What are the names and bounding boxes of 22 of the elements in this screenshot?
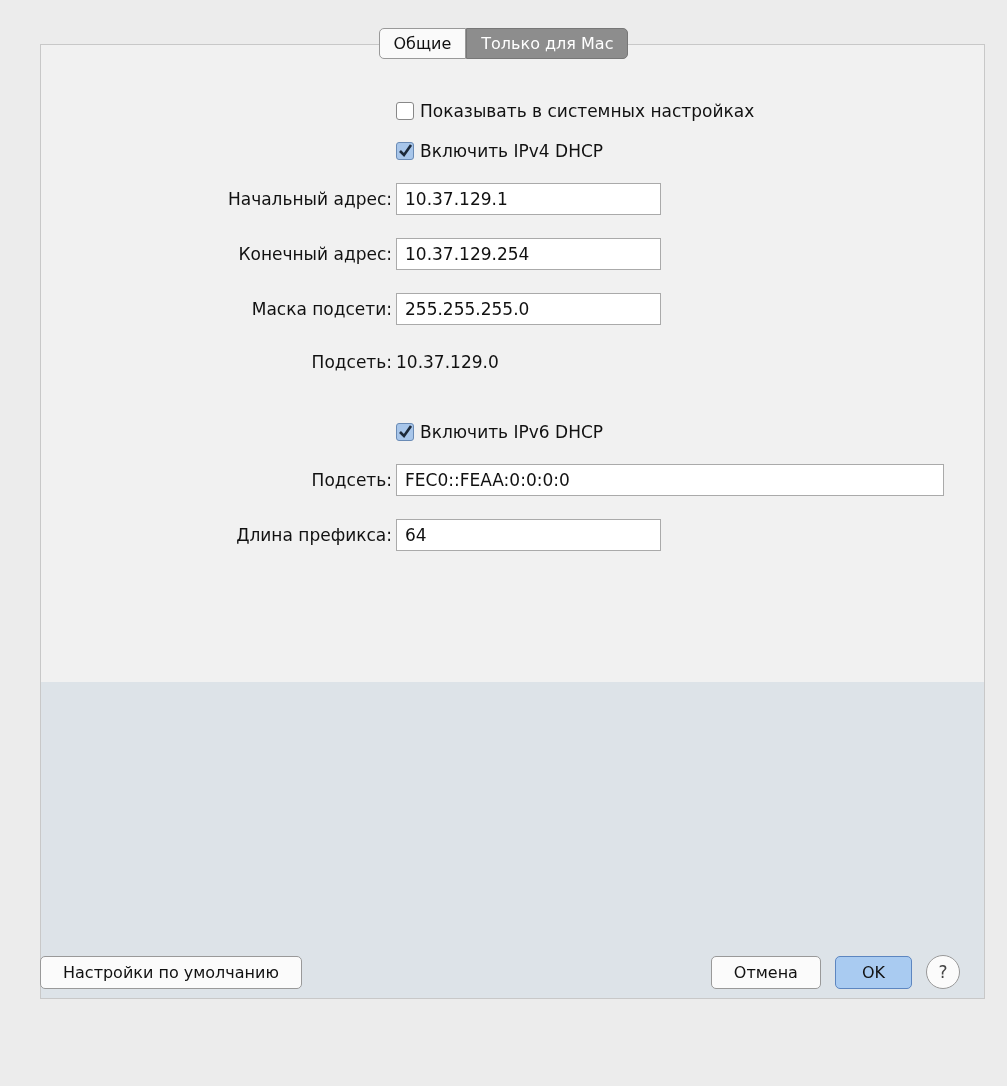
input-field[interactable]: 10.37.129.1	[396, 182, 661, 215]
field-label: Начальный адрес:	[227, 188, 392, 209]
input-field[interactable]: 255.255.255.0	[396, 292, 661, 325]
field-label: Маска подсети:	[251, 298, 392, 319]
tab[interactable]: Общие	[378, 28, 467, 59]
input-field[interactable]: 64	[396, 518, 661, 551]
field-label: Длина префикса:	[236, 524, 392, 545]
field-label: Конечный адрес:	[238, 243, 392, 264]
input-field[interactable]: FEC0::FEAA:0:0:0:0	[396, 463, 944, 496]
field-label: Подсеть:	[311, 469, 392, 490]
input-field[interactable]: 10.37.129.254	[396, 237, 661, 270]
checkbox-label: Включить IPv4 DHCP	[420, 141, 604, 161]
ok-button[interactable]: OK	[834, 955, 912, 989]
cancel-button[interactable]: Отмена	[710, 955, 821, 989]
defaults-button[interactable]: Настройки по умолчанию	[40, 955, 302, 989]
checkbox[interactable]	[396, 142, 414, 160]
checkbox[interactable]	[396, 423, 414, 441]
checkbox[interactable]	[396, 102, 414, 120]
checkbox-label: Включить IPv6 DHCP	[420, 422, 604, 442]
subnet-value: 10.37.129.0	[396, 352, 499, 372]
field-label: Подсеть:	[311, 352, 392, 372]
checkbox-label: Показывать в системных настройках	[420, 101, 755, 121]
